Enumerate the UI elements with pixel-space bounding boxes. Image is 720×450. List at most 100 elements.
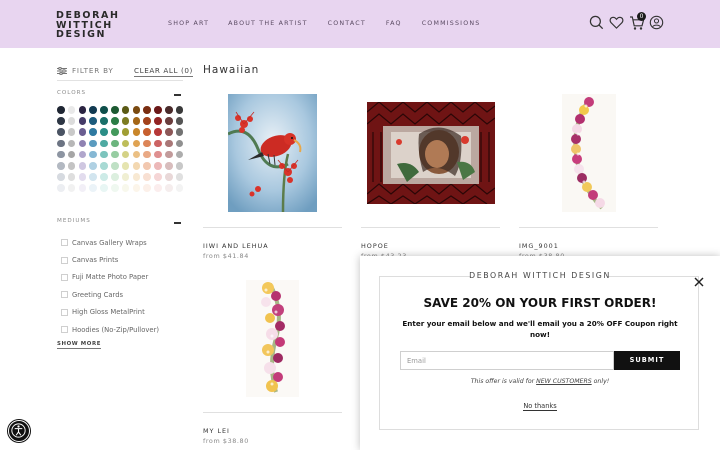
accessibility-button[interactable] [8, 420, 30, 442]
medium-option[interactable]: Canvas Prints [61, 251, 159, 268]
show-more-link[interactable]: SHOW MORE [57, 341, 101, 349]
color-swatch[interactable] [57, 117, 65, 125]
color-swatch[interactable] [67, 117, 76, 125]
medium-option[interactable]: Greeting Cards [61, 286, 159, 303]
color-swatch[interactable] [78, 128, 87, 136]
color-swatch[interactable] [78, 173, 87, 181]
color-swatch[interactable] [132, 139, 141, 148]
color-swatch[interactable] [57, 162, 65, 170]
color-swatch[interactable] [132, 150, 141, 159]
medium-checkbox[interactable] [61, 326, 68, 334]
colors-collapse-icon[interactable] [174, 94, 181, 96]
product-image-iiwi-and-lehua[interactable] [228, 94, 317, 212]
color-swatch[interactable] [143, 117, 151, 125]
color-swatch[interactable] [67, 139, 76, 148]
submit-button[interactable]: SUBMIT [614, 351, 680, 370]
color-swatch[interactable] [111, 173, 119, 181]
color-swatch[interactable] [121, 162, 130, 170]
medium-checkbox[interactable] [61, 239, 68, 247]
product-title[interactable]: IMG_9001 [519, 242, 559, 250]
color-swatch[interactable] [143, 128, 151, 136]
color-swatch[interactable] [121, 117, 130, 125]
color-swatch[interactable] [143, 184, 151, 192]
clear-all-link[interactable]: CLEAR ALL (0) [134, 66, 193, 77]
color-swatch[interactable] [165, 128, 173, 136]
color-swatch[interactable] [100, 162, 108, 170]
color-swatch[interactable] [175, 117, 184, 125]
medium-option[interactable]: Hoodies (No-Zip/Pullover) [61, 321, 159, 338]
nav-faq[interactable]: FAQ [386, 20, 402, 27]
nav-about-the-artist[interactable]: ABOUT THE ARTIST [228, 20, 307, 27]
product-title[interactable]: MY LEI [203, 427, 230, 435]
color-swatch[interactable] [165, 173, 173, 181]
color-swatch[interactable] [67, 173, 76, 181]
color-swatch[interactable] [154, 128, 162, 136]
color-swatch[interactable] [175, 150, 184, 159]
color-swatch[interactable] [67, 150, 76, 159]
color-swatch[interactable] [111, 139, 119, 148]
heart-icon[interactable] [609, 15, 625, 31]
color-swatch[interactable] [165, 117, 173, 125]
color-swatch[interactable] [57, 173, 65, 181]
color-swatch[interactable] [78, 150, 87, 159]
color-swatch[interactable] [57, 150, 65, 159]
color-swatch[interactable] [121, 184, 130, 192]
color-swatch[interactable] [165, 150, 173, 159]
color-swatch[interactable] [78, 162, 87, 170]
color-swatch[interactable] [154, 162, 162, 170]
color-swatch[interactable] [175, 184, 184, 192]
color-swatch[interactable] [132, 184, 141, 192]
color-swatch[interactable] [175, 106, 184, 114]
color-swatch[interactable] [57, 106, 65, 114]
color-swatch[interactable] [121, 128, 130, 136]
color-swatch[interactable] [100, 150, 108, 159]
color-swatch[interactable] [132, 117, 141, 125]
color-swatch[interactable] [111, 162, 119, 170]
medium-option[interactable]: High Gloss MetalPrint [61, 304, 159, 321]
color-swatch[interactable] [175, 128, 184, 136]
color-swatch[interactable] [111, 150, 119, 159]
color-swatch[interactable] [121, 150, 130, 159]
color-swatch[interactable] [89, 117, 97, 125]
color-swatch[interactable] [89, 106, 97, 114]
color-swatch[interactable] [175, 139, 184, 148]
no-thanks-link[interactable]: No thanks [523, 402, 557, 411]
color-swatch[interactable] [121, 173, 130, 181]
color-swatch[interactable] [175, 173, 184, 181]
product-image-my-lei[interactable] [246, 280, 299, 397]
color-swatch[interactable] [154, 150, 162, 159]
medium-checkbox[interactable] [61, 291, 68, 299]
color-swatch[interactable] [100, 117, 108, 125]
color-swatch[interactable] [111, 117, 119, 125]
color-swatch[interactable] [57, 128, 65, 136]
color-swatch[interactable] [89, 173, 97, 181]
color-swatch[interactable] [165, 184, 173, 192]
offer-link[interactable]: NEW CUSTOMERS [536, 378, 592, 385]
color-swatch[interactable] [154, 173, 162, 181]
color-swatch[interactable] [143, 150, 151, 159]
color-swatch[interactable] [78, 106, 87, 114]
color-swatch[interactable] [111, 106, 119, 114]
medium-checkbox[interactable] [61, 308, 68, 316]
color-swatch[interactable] [121, 139, 130, 148]
color-swatch[interactable] [100, 106, 108, 114]
filter-by-toggle[interactable]: FILTER BY [57, 66, 114, 75]
email-field[interactable] [400, 351, 614, 370]
color-swatch[interactable] [89, 139, 97, 148]
product-image-hopoe[interactable] [367, 102, 495, 204]
nav-commissions[interactable]: COMMISSIONS [422, 20, 481, 27]
color-swatch[interactable] [154, 184, 162, 192]
color-swatch[interactable] [111, 184, 119, 192]
color-swatch[interactable] [111, 128, 119, 136]
search-icon[interactable] [589, 15, 605, 31]
color-swatch[interactable] [100, 184, 108, 192]
color-swatch[interactable] [165, 106, 173, 114]
mediums-collapse-icon[interactable] [174, 222, 181, 224]
color-swatch[interactable] [154, 117, 162, 125]
color-swatch[interactable] [132, 162, 141, 170]
color-swatch[interactable] [154, 106, 162, 114]
close-icon[interactable] [694, 272, 704, 287]
nav-shop-art[interactable]: SHOP ART [168, 20, 209, 27]
product-title[interactable]: IIWI AND LEHUA [203, 242, 269, 250]
color-swatch[interactable] [165, 139, 173, 148]
